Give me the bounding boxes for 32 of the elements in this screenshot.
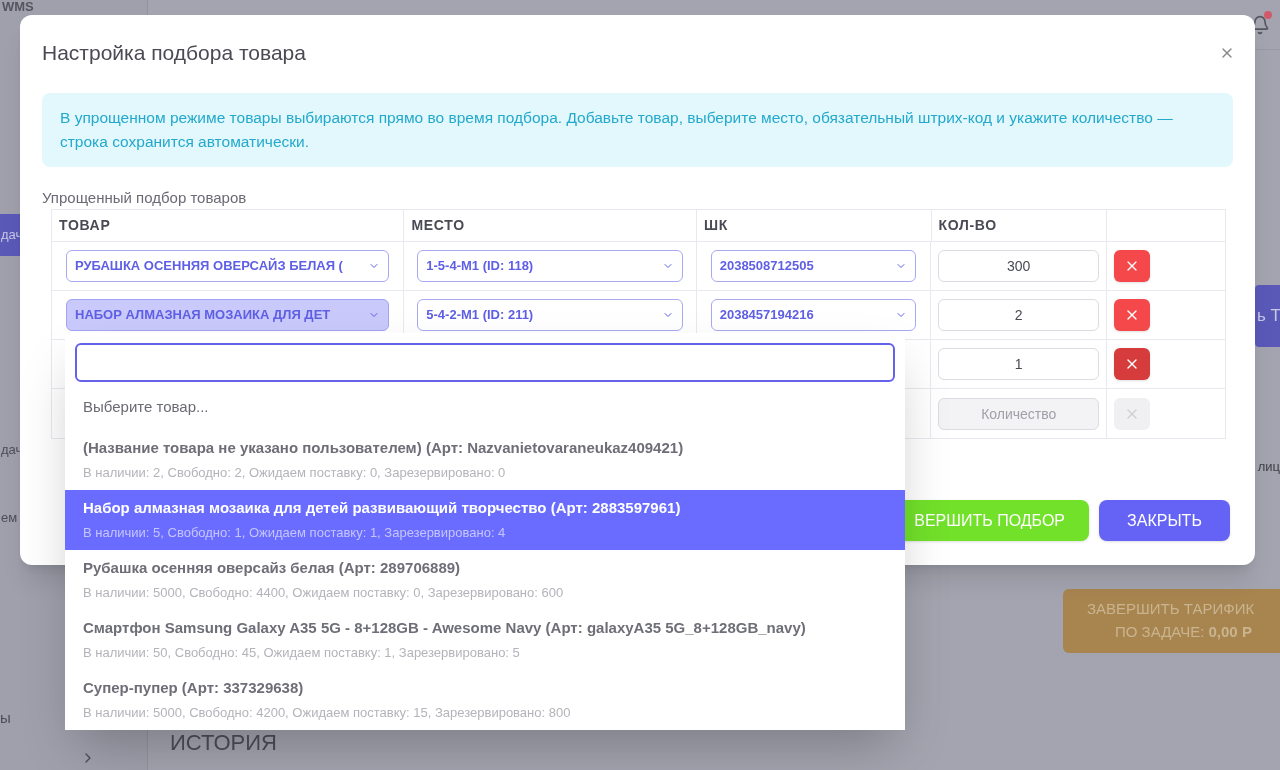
barcode-select[interactable]: 2038457194216	[710, 299, 917, 331]
column-header: ШК	[703, 216, 728, 235]
column-header: ТОВАР	[59, 216, 111, 235]
dropdown-option[interactable]: Набор алмазная мозаика для детей развивающий творчество (Арт: 2883597961) В наличии: 5, Свободно: 1, Ожидаем поставку: 1, Зарезервировано: 4	[65, 489, 905, 550]
section-label: Упрощенный подбор товаров	[42, 187, 248, 208]
close-button[interactable]: ЗАКРЫТЬ	[1099, 500, 1230, 541]
dropdown-option[interactable]: Смартфон Samsung Galaxy A35 5G - 8+128GB - Awesome Navy (Арт: galaxyA35 5G_8+128GB_navy) В наличии: 50, Свободно: 45, Ожидаем поставку: 1, Зарезервировано: 5	[65, 609, 905, 670]
column-header: МЕСТО	[411, 216, 465, 235]
product-select[interactable]: РУБАШКА ОСЕННЯЯ ОВЕРСАЙЗ БЕЛАЯ (	[66, 250, 390, 282]
place-select[interactable]: 1-5-4-M1 (ID: 118)	[417, 250, 683, 282]
delete-button[interactable]	[1114, 299, 1151, 331]
quantity-field[interactable]: 2	[938, 299, 1100, 331]
dropdown-option[interactable]: Супер-пупер (Арт: 337329638) В наличии: 5000, Свободно: 4200, Ожидаем поставку: 15, Зарезервировано: 800	[65, 669, 905, 730]
search-field[interactable]	[75, 343, 895, 382]
quantity-field[interactable]: Количество	[938, 397, 1100, 430]
modal-title: Настройка подбора товара	[42, 40, 306, 66]
delete-button[interactable]	[1114, 348, 1151, 380]
background-text: лиц	[1257, 458, 1280, 476]
quantity-field[interactable]: 300	[938, 250, 1100, 282]
dropdown-option[interactable]: Выберите товар...	[65, 382, 905, 430]
place-select[interactable]: 5-4-2-M1 (ID: 211)	[417, 299, 683, 331]
dropdown-option[interactable]: (Название товара не указано пользователем) (Арт: Nazvanietovaraneukaz409421) В наличии: 2, Свободно: 2, Ожидаем поставку: 0, Зарезервировано: 0	[65, 429, 905, 490]
delete-button[interactable]	[1114, 250, 1151, 282]
dropdown-option[interactable]: Рубашка осенняя оверсайз белая (Арт: 289706889) В наличии: 5000, Свободно: 4400, Ожидаем поставку: 0, Зарезервировано: 600	[65, 549, 905, 610]
quantity-field[interactable]: 1	[938, 348, 1100, 380]
product-select[interactable]: НАБОР АЛМАЗНАЯ МОЗАИКА ДЛЯ ДЕТ	[66, 299, 390, 331]
history-heading: ИСТОРИЯ	[170, 730, 278, 755]
barcode-select[interactable]: 2038508712505	[710, 250, 917, 282]
logo-text: WMS	[2, 0, 35, 14]
task-button[interactable]: ь Т	[1255, 285, 1280, 347]
column-header: КОЛ-ВО	[938, 216, 997, 235]
info-alert: В упрощенном режиме товары выбираются прямо во время подбора. Добавьте товар, выберите место, обязательный штрих-код и укажите количество — строка сохранится автоматически.	[42, 92, 1233, 167]
